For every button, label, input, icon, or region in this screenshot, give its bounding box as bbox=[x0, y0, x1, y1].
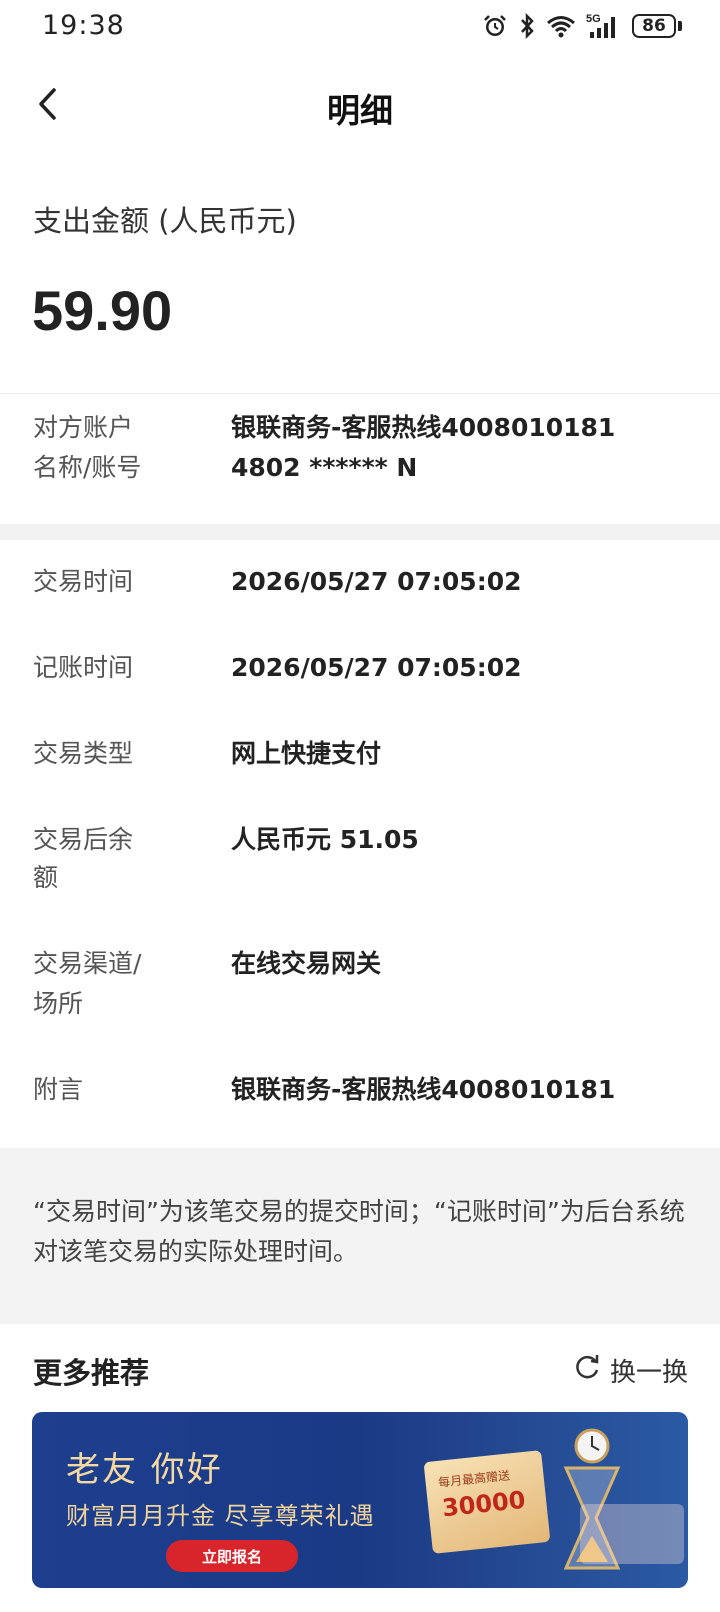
section-divider bbox=[0, 524, 720, 540]
counterparty-account: 4802 ****** N bbox=[231, 453, 418, 482]
detail-value-trade-type: 网上快捷支付 bbox=[231, 739, 382, 768]
wifi-icon bbox=[546, 14, 576, 38]
amount-section: 支出金额 (人民币元) 59.90 bbox=[0, 180, 720, 394]
amount-value: 59.90 bbox=[32, 279, 173, 342]
detail-value-channel: 在线交易网关 bbox=[231, 949, 382, 978]
note-text: “交易时间”为该笔交易的提交时间；“记账时间”为后台系统对该笔交易的实际处理时间… bbox=[33, 1197, 685, 1266]
refresh-label: 换一换 bbox=[609, 1358, 688, 1388]
more-title: 更多推荐 bbox=[33, 1356, 150, 1390]
counterparty-label-line2: 名称/账号 bbox=[33, 453, 142, 482]
transaction-details: 交易时间 2026/05/27 07:05:02 记账时间 2026/05/27… bbox=[0, 540, 720, 1148]
banner-signup-button[interactable]: 立即报名 bbox=[166, 1540, 298, 1572]
detail-value-post-time: 2026/05/27 07:05:02 bbox=[231, 653, 522, 682]
watermark-overlay bbox=[580, 1504, 684, 1564]
detail-label-remark: 附言 bbox=[33, 1075, 84, 1104]
counterparty-row: 对方账户 名称/账号 银联商务-客服热线4008010181 4802 ****… bbox=[0, 394, 720, 524]
bluetooth-icon bbox=[518, 13, 536, 39]
more-recommendations: 更多推荐 换一换 老友 你好 财富月月升金 尽享尊荣礼遇 立即报名 每月最高赠送… bbox=[0, 1324, 720, 1612]
counterparty-label-line1: 对方账户 bbox=[33, 413, 134, 442]
note-area: “交易时间”为该笔交易的提交时间；“记账时间”为后台系统对该笔交易的实际处理时间… bbox=[0, 1148, 720, 1324]
battery-icon: 86 bbox=[632, 14, 682, 38]
nav-bar: 明细 bbox=[0, 56, 720, 156]
banner-subtitle: 财富月月升金 尽享尊荣礼遇 bbox=[66, 1502, 375, 1530]
detail-label-post-time: 记账时间 bbox=[33, 653, 134, 682]
detail-label-balance-line2: 额 bbox=[33, 863, 59, 892]
detail-value-remark: 银联商务-客服热线4008010181 bbox=[231, 1075, 616, 1104]
detail-label-trade-type: 交易类型 bbox=[33, 739, 134, 768]
detail-label-channel-line2: 场所 bbox=[33, 989, 84, 1018]
banner-title: 老友 你好 bbox=[66, 1450, 223, 1490]
detail-label-channel-line1: 交易渠道/ bbox=[33, 949, 142, 978]
detail-label-balance-line1: 交易后余 bbox=[33, 825, 134, 854]
status-icons: 5G 86 bbox=[482, 12, 682, 40]
page-title: 明细 bbox=[327, 91, 393, 130]
status-bar: 19:38 5G 86 bbox=[0, 0, 720, 56]
network-type: 5G bbox=[586, 13, 601, 25]
status-time: 19:38 bbox=[42, 10, 125, 41]
alarm-icon bbox=[482, 13, 508, 39]
signal-icon: 5G bbox=[586, 12, 622, 40]
promo-banner[interactable]: 老友 你好 财富月月升金 尽享尊荣礼遇 立即报名 每月最高赠送 30000 bbox=[32, 1412, 688, 1588]
refresh-button[interactable]: 换一换 bbox=[572, 1352, 688, 1389]
counterparty-name: 银联商务-客服热线4008010181 bbox=[231, 413, 616, 442]
detail-value-trade-time: 2026/05/27 07:05:02 bbox=[231, 567, 522, 596]
detail-label-trade-time: 交易时间 bbox=[33, 567, 134, 596]
amount-label: 支出金额 (人民币元) bbox=[33, 204, 297, 238]
refresh-icon bbox=[572, 1352, 602, 1389]
battery-level: 86 bbox=[632, 14, 676, 38]
detail-value-balance: 人民币元 51.05 bbox=[231, 825, 419, 854]
